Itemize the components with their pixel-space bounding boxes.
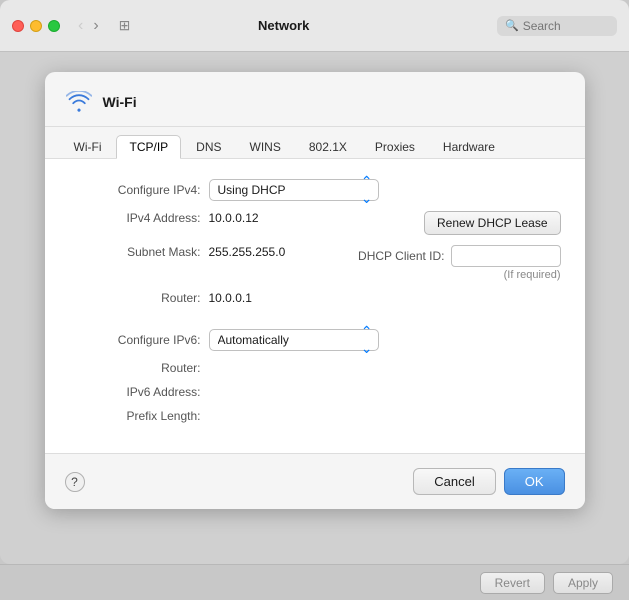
titlebar-title: Network xyxy=(78,18,489,33)
tab-proxies[interactable]: Proxies xyxy=(362,135,428,158)
configure-ipv6-label: Configure IPv6: xyxy=(69,333,209,347)
tab-wifi[interactable]: Wi-Fi xyxy=(61,135,115,158)
prefix-length-label: Prefix Length: xyxy=(69,409,209,423)
ipv4-address-value: 10.0.0.12 xyxy=(209,211,424,225)
search-icon: 🔍 xyxy=(505,19,519,32)
bottom-bar: Revert Apply xyxy=(0,564,629,600)
tab-8021x[interactable]: 802.1X xyxy=(296,135,360,158)
dhcp-hint: (If required) xyxy=(504,269,561,281)
prefix-length-row: Prefix Length: xyxy=(69,409,561,423)
panel-content: Configure IPv4: Using DHCP Manually Usin… xyxy=(45,159,585,453)
search-input[interactable] xyxy=(523,19,608,33)
revert-button[interactable]: Revert xyxy=(480,572,545,594)
router6-label: Router: xyxy=(69,361,209,375)
configure-ipv4-label: Configure IPv4: xyxy=(69,183,209,197)
panel: Wi-Fi Wi-Fi TCP/IP DNS WINS 802.1X Proxi… xyxy=(45,72,585,509)
ipv6-address-label: IPv6 Address: xyxy=(69,385,209,399)
ipv6-address-row: IPv6 Address: xyxy=(69,385,561,399)
dhcp-client-id-input[interactable] xyxy=(451,245,561,267)
configure-ipv6-select-wrapper: Automatically Manually Off ⌃⌄ xyxy=(209,329,379,351)
subnet-dhcp-row: Subnet Mask: 255.255.255.0 DHCP Client I… xyxy=(69,245,561,281)
ipv4-address-label: IPv4 Address: xyxy=(69,211,209,225)
main-area: Wi-Fi Wi-Fi TCP/IP DNS WINS 802.1X Proxi… xyxy=(0,52,629,564)
subnet-mask-label: Subnet Mask: xyxy=(69,245,209,259)
panel-title: Wi-Fi xyxy=(103,94,137,110)
maximize-button[interactable] xyxy=(48,20,60,32)
panel-footer: ? Cancel OK xyxy=(45,453,585,509)
tab-wins[interactable]: WINS xyxy=(237,135,294,158)
close-button[interactable] xyxy=(12,20,24,32)
configure-ipv4-row: Configure IPv4: Using DHCP Manually Usin… xyxy=(69,179,561,201)
tab-tcpip[interactable]: TCP/IP xyxy=(116,135,181,159)
router-row: Router: 10.0.0.1 xyxy=(69,291,561,305)
tabs: Wi-Fi TCP/IP DNS WINS 802.1X Proxies Har… xyxy=(45,127,585,159)
search-bar: 🔍 xyxy=(497,16,617,36)
ok-button[interactable]: OK xyxy=(504,468,565,495)
titlebar: ‹ › ⊞ Network 🔍 xyxy=(0,0,629,52)
configure-ipv6-row: Configure IPv6: Automatically Manually O… xyxy=(69,329,561,351)
subnet-mask-value: 255.255.255.0 xyxy=(209,245,359,259)
ipv4-address-row: IPv4 Address: 10.0.0.12 Renew DHCP Lease xyxy=(69,211,561,235)
traffic-lights xyxy=(12,20,60,32)
configure-ipv4-select[interactable]: Using DHCP Manually Using BOOTP Off xyxy=(209,179,379,201)
wifi-icon xyxy=(65,88,93,116)
cancel-button[interactable]: Cancel xyxy=(413,468,495,495)
tab-hardware[interactable]: Hardware xyxy=(430,135,508,158)
renew-dhcp-button[interactable]: Renew DHCP Lease xyxy=(424,211,561,235)
apply-button[interactable]: Apply xyxy=(553,572,613,594)
router-value: 10.0.0.1 xyxy=(209,291,252,305)
dhcp-client-id-label: DHCP Client ID: xyxy=(358,249,444,263)
footer-buttons: Cancel OK xyxy=(413,468,564,495)
tab-dns[interactable]: DNS xyxy=(183,135,234,158)
router-label: Router: xyxy=(69,291,209,305)
configure-ipv6-select[interactable]: Automatically Manually Off xyxy=(209,329,379,351)
router6-row: Router: xyxy=(69,361,561,375)
panel-header: Wi-Fi xyxy=(45,72,585,127)
minimize-button[interactable] xyxy=(30,20,42,32)
help-button[interactable]: ? xyxy=(65,472,85,492)
configure-ipv4-select-wrapper: Using DHCP Manually Using BOOTP Off ⌃⌄ xyxy=(209,179,379,201)
